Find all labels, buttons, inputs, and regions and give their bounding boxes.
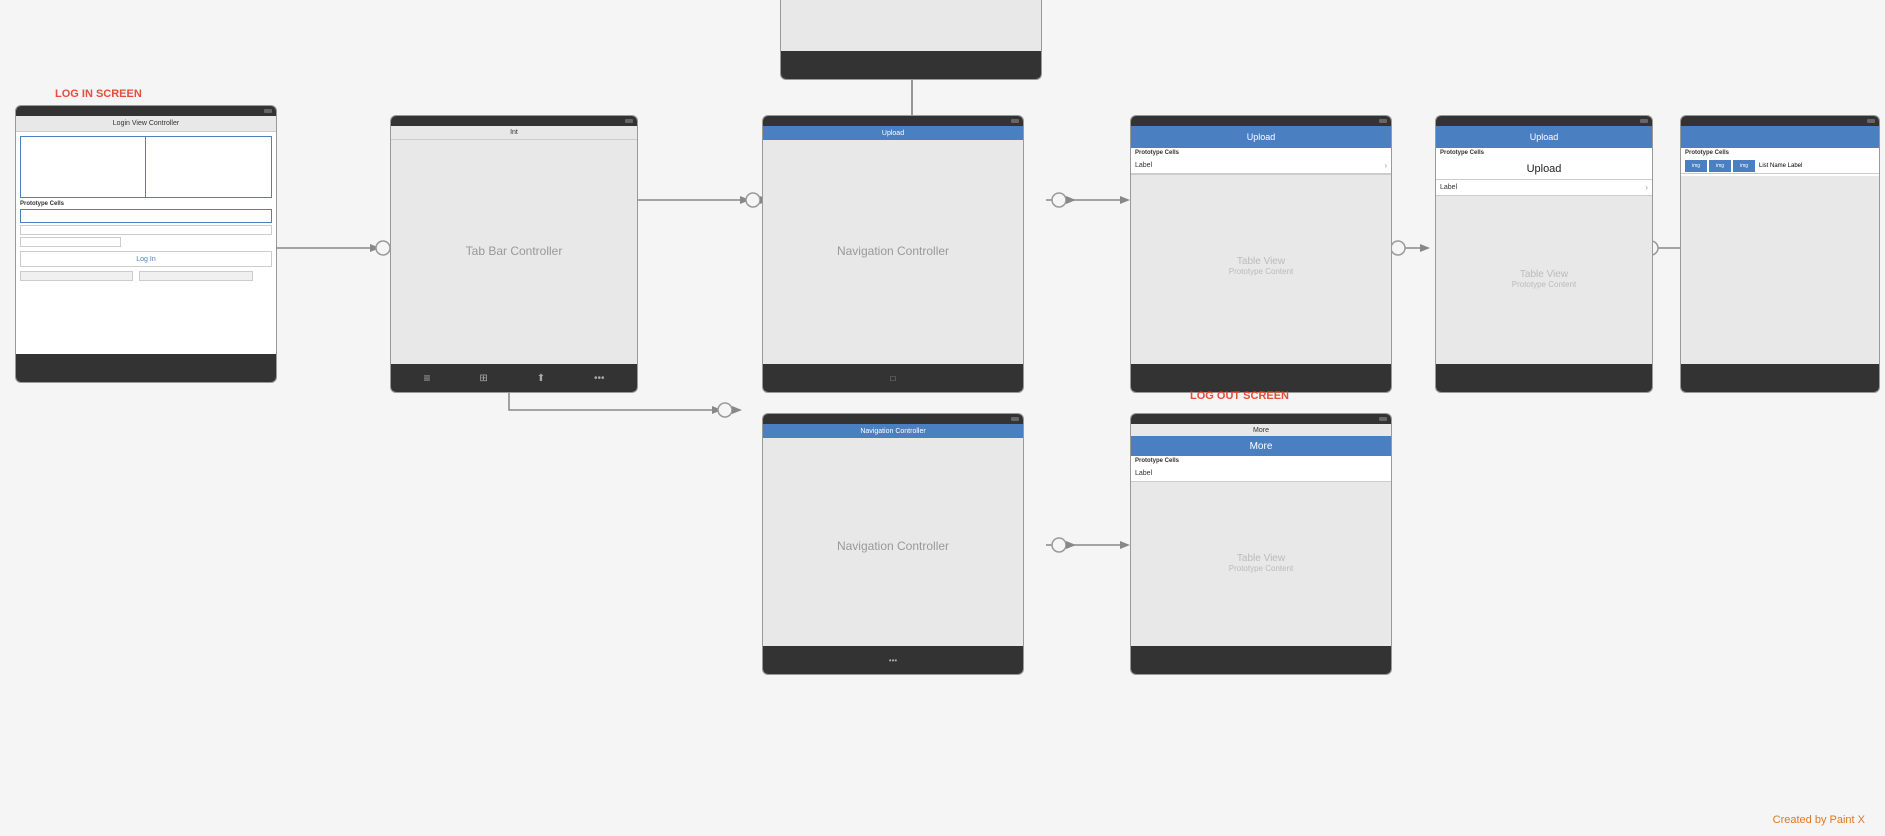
upload-detail-tab-bar xyxy=(1436,364,1652,392)
more-status-bar xyxy=(1131,414,1391,424)
status-dots-8 xyxy=(1379,417,1387,421)
upload-detail-cell-chevron: › xyxy=(1645,183,1648,192)
upload-status-bar xyxy=(1131,116,1391,126)
upload-detail-cell-label: Label xyxy=(1440,184,1457,191)
status-dots-3 xyxy=(1011,119,1019,123)
upload-cell-label: Label xyxy=(1135,162,1152,169)
more-tab-bar xyxy=(1131,646,1391,674)
more-nav-bar: More xyxy=(1131,436,1391,456)
status-dots-6 xyxy=(1867,119,1875,123)
nav-bottom-nav-title: Navigation Controller xyxy=(860,428,925,435)
tabbar-controller-label: Tab Bar Controller xyxy=(466,244,563,260)
login-device-frame: Login View Controller Prototype Cells Lo… xyxy=(15,105,277,383)
tvc-tab-bar xyxy=(1681,364,1879,392)
tvc-nav-bar xyxy=(1681,126,1879,148)
more-cell-label: Label xyxy=(1135,470,1152,477)
tabbar-tab-bar: ≡ ⊞ ⬆ ••• xyxy=(391,364,637,392)
login-controller-title: Login View Controller xyxy=(113,120,179,127)
upload-detail-status-bar xyxy=(1436,116,1652,126)
grid-tab-icon[interactable]: ⊞ xyxy=(479,373,487,384)
more-table-view: Table View Prototype Content xyxy=(1131,482,1391,644)
upload-tab-icon[interactable]: ⬆ xyxy=(537,373,545,384)
login-screen-label: LOG IN SCREEN xyxy=(55,88,142,100)
status-dots-4 xyxy=(1379,119,1387,123)
nav-top-tab-icon: □ xyxy=(891,374,896,383)
upload-tab-bar xyxy=(1131,364,1391,392)
nav-controller-bottom-label: Navigation Controller xyxy=(837,539,949,555)
partial-device-top xyxy=(780,0,1042,80)
upload-detail-title: Upload xyxy=(1527,163,1562,175)
tvc-status-bar xyxy=(1681,116,1879,126)
canvas: LOG IN SCREEN Login View Controller Prot… xyxy=(0,0,1885,836)
int-label: Int xyxy=(510,129,518,136)
logout-screen-label: LOG OUT SCREEN xyxy=(1190,390,1289,402)
upload-detail-table-view: Table View Prototype Content xyxy=(1436,196,1652,362)
upload-detail-prototype-label: Prototype Cells xyxy=(1436,148,1652,158)
upload-detail-frame: Upload Prototype Cells Upload Label › Ta… xyxy=(1435,115,1653,393)
tvc-prototype-label: Prototype Cells xyxy=(1681,148,1879,158)
login-tab-bar xyxy=(16,354,276,382)
login-status-bar xyxy=(16,106,276,116)
upload-detail-table-text: Table View Prototype Content xyxy=(1512,269,1576,289)
upload-detail-cell-row: Label › xyxy=(1436,180,1652,196)
status-dots-7 xyxy=(1011,417,1019,421)
nav-bottom-status-bar xyxy=(763,414,1023,424)
status-dots-5 xyxy=(1640,119,1648,123)
watermark: Created by Paint X xyxy=(1773,814,1865,826)
status-dots xyxy=(264,109,272,113)
nav-controller-top-label: Navigation Controller xyxy=(837,244,949,260)
upload-nav-title: Upload xyxy=(1247,132,1276,142)
more-tab-icon[interactable]: ••• xyxy=(594,373,605,384)
more-prototype-label: Prototype Cells xyxy=(1131,456,1391,466)
tabbar-status-bar xyxy=(391,116,637,126)
table-view-content-frame: Prototype Cells img img img List Name La… xyxy=(1680,115,1880,393)
nav-top-tab-bar: □ xyxy=(763,364,1023,392)
nav-bottom-tab-bar: ••• xyxy=(763,646,1023,674)
nav-top-title: Upload xyxy=(882,130,904,137)
tabbar-device-frame: Int Tab Bar Controller ≡ ⊞ ⬆ ••• xyxy=(390,115,638,393)
more-screen-frame: More More Prototype Cells Label Table Vi… xyxy=(1130,413,1392,675)
upload-cell-chevron: › xyxy=(1384,161,1387,170)
upload-detail-nav-bar: Upload xyxy=(1436,126,1652,148)
list-tab-icon[interactable]: ≡ xyxy=(423,371,430,385)
nav-top-status-bar xyxy=(763,116,1023,126)
login-prototype-label: Prototype Cells xyxy=(20,201,272,207)
upload-table-view: Table View Prototype Content xyxy=(1131,175,1391,356)
status-dots-2 xyxy=(625,119,633,123)
more-nav-title-bar: More xyxy=(1253,427,1269,434)
nav-controller-bottom-frame: Navigation Controller Navigation Control… xyxy=(762,413,1024,675)
upload-cell-row: Label › xyxy=(1131,158,1391,174)
upload-prototype-label: Prototype Cells xyxy=(1131,148,1391,158)
tvc-list-name-label: List Name Label xyxy=(1759,163,1802,169)
upload-nav-bar: Upload xyxy=(1131,126,1391,148)
more-table-view-text: Table View Prototype Content xyxy=(1229,553,1293,573)
upload-screen-frame: Upload Prototype Cells Label › Table Vie… xyxy=(1130,115,1392,393)
upload-table-view-text: Table View Prototype Content xyxy=(1229,256,1293,276)
login-button[interactable]: Log In xyxy=(136,256,155,263)
nav-controller-top-frame: Upload Navigation Controller □ xyxy=(762,115,1024,393)
more-cell-row: Label xyxy=(1131,466,1391,482)
upload-detail-nav-title: Upload xyxy=(1530,132,1559,142)
more-title: More xyxy=(1250,441,1273,452)
nav-bottom-tab-icon: ••• xyxy=(889,656,897,665)
